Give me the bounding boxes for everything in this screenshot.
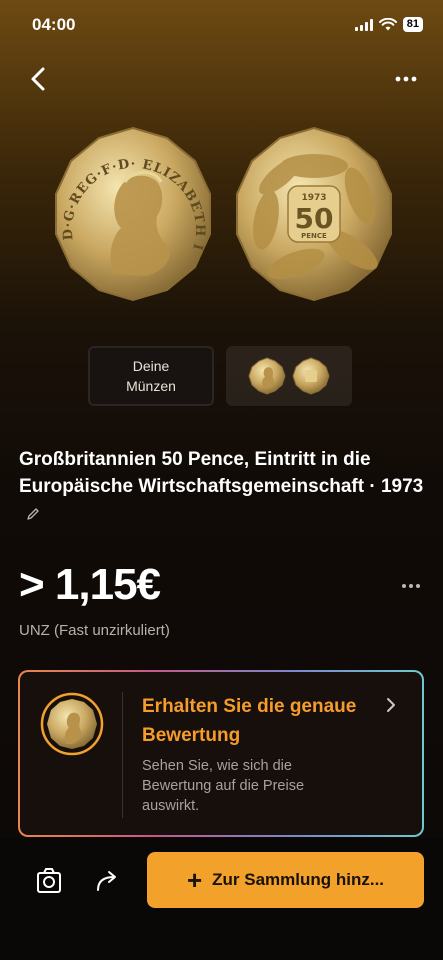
nav-bar (0, 60, 443, 100)
reference-coin-thumbnail[interactable] (226, 346, 352, 406)
your-coins-thumbnail[interactable]: Deine Münzen (88, 346, 214, 406)
bottom-action-bar: + Zur Sammlung hinz... (0, 838, 443, 960)
coin-reverse-image[interactable]: 1973 50 PENCE (224, 124, 404, 304)
edit-pencil-icon[interactable] (25, 506, 41, 522)
valuation-card-title: Erhalten Sie die genaue Bewertung (142, 696, 357, 746)
coin-obverse-image[interactable]: D·G·REG·F·D· ELIZABETH II (43, 124, 223, 304)
status-icons: 81 (354, 17, 423, 32)
plus-icon: + (186, 865, 203, 895)
thumb-obverse-icon (248, 357, 286, 395)
reverse-unit: PENCE (301, 232, 327, 240)
reverse-value: 50 (295, 202, 334, 235)
wifi-icon (378, 18, 397, 31)
valuation-card[interactable]: Erhalten Sie die genaue Bewertung Sehen … (18, 670, 424, 837)
valuation-card-inner: Erhalten Sie die genaue Bewertung Sehen … (20, 672, 422, 835)
share-arrow-icon[interactable] (92, 866, 122, 896)
price-more-options-icon[interactable] (399, 574, 423, 598)
coin-images: D·G·REG·F·D· ELIZABETH II 1973 50 PENCE (0, 124, 443, 304)
coin-condition: UNZ (Fast unzirkuliert) (19, 622, 170, 639)
image-thumbnails: Deine Münzen (88, 346, 352, 406)
your-coins-label: Deine Münzen (126, 358, 176, 394)
camera-icon[interactable] (34, 866, 64, 896)
coin-title: Großbritannien 50 Pence, Eintritt in die… (19, 446, 429, 527)
valuation-coin-icon (40, 692, 104, 756)
status-time: 04:00 (32, 15, 76, 34)
battery-indicator: 81 (402, 17, 423, 32)
add-to-collection-label: Zur Sammlung hinz... (212, 870, 385, 889)
coin-price: > 1,15€ (19, 560, 161, 609)
coin-title-text: Großbritannien 50 Pence, Eintritt in die… (19, 449, 424, 497)
thumb-reverse-icon (292, 357, 330, 395)
add-to-collection-button[interactable]: + Zur Sammlung hinz... (147, 852, 424, 908)
more-options-icon[interactable] (391, 64, 421, 94)
back-chevron-icon[interactable] (24, 64, 54, 94)
chevron-right-icon (387, 698, 395, 712)
cellular-signal-icon (354, 18, 373, 31)
valuation-card-subtitle: Sehen Sie, wie sich die Bewertung auf di… (142, 758, 305, 814)
status-bar: 04:00 81 (0, 0, 443, 50)
valuation-card-divider (122, 692, 123, 818)
